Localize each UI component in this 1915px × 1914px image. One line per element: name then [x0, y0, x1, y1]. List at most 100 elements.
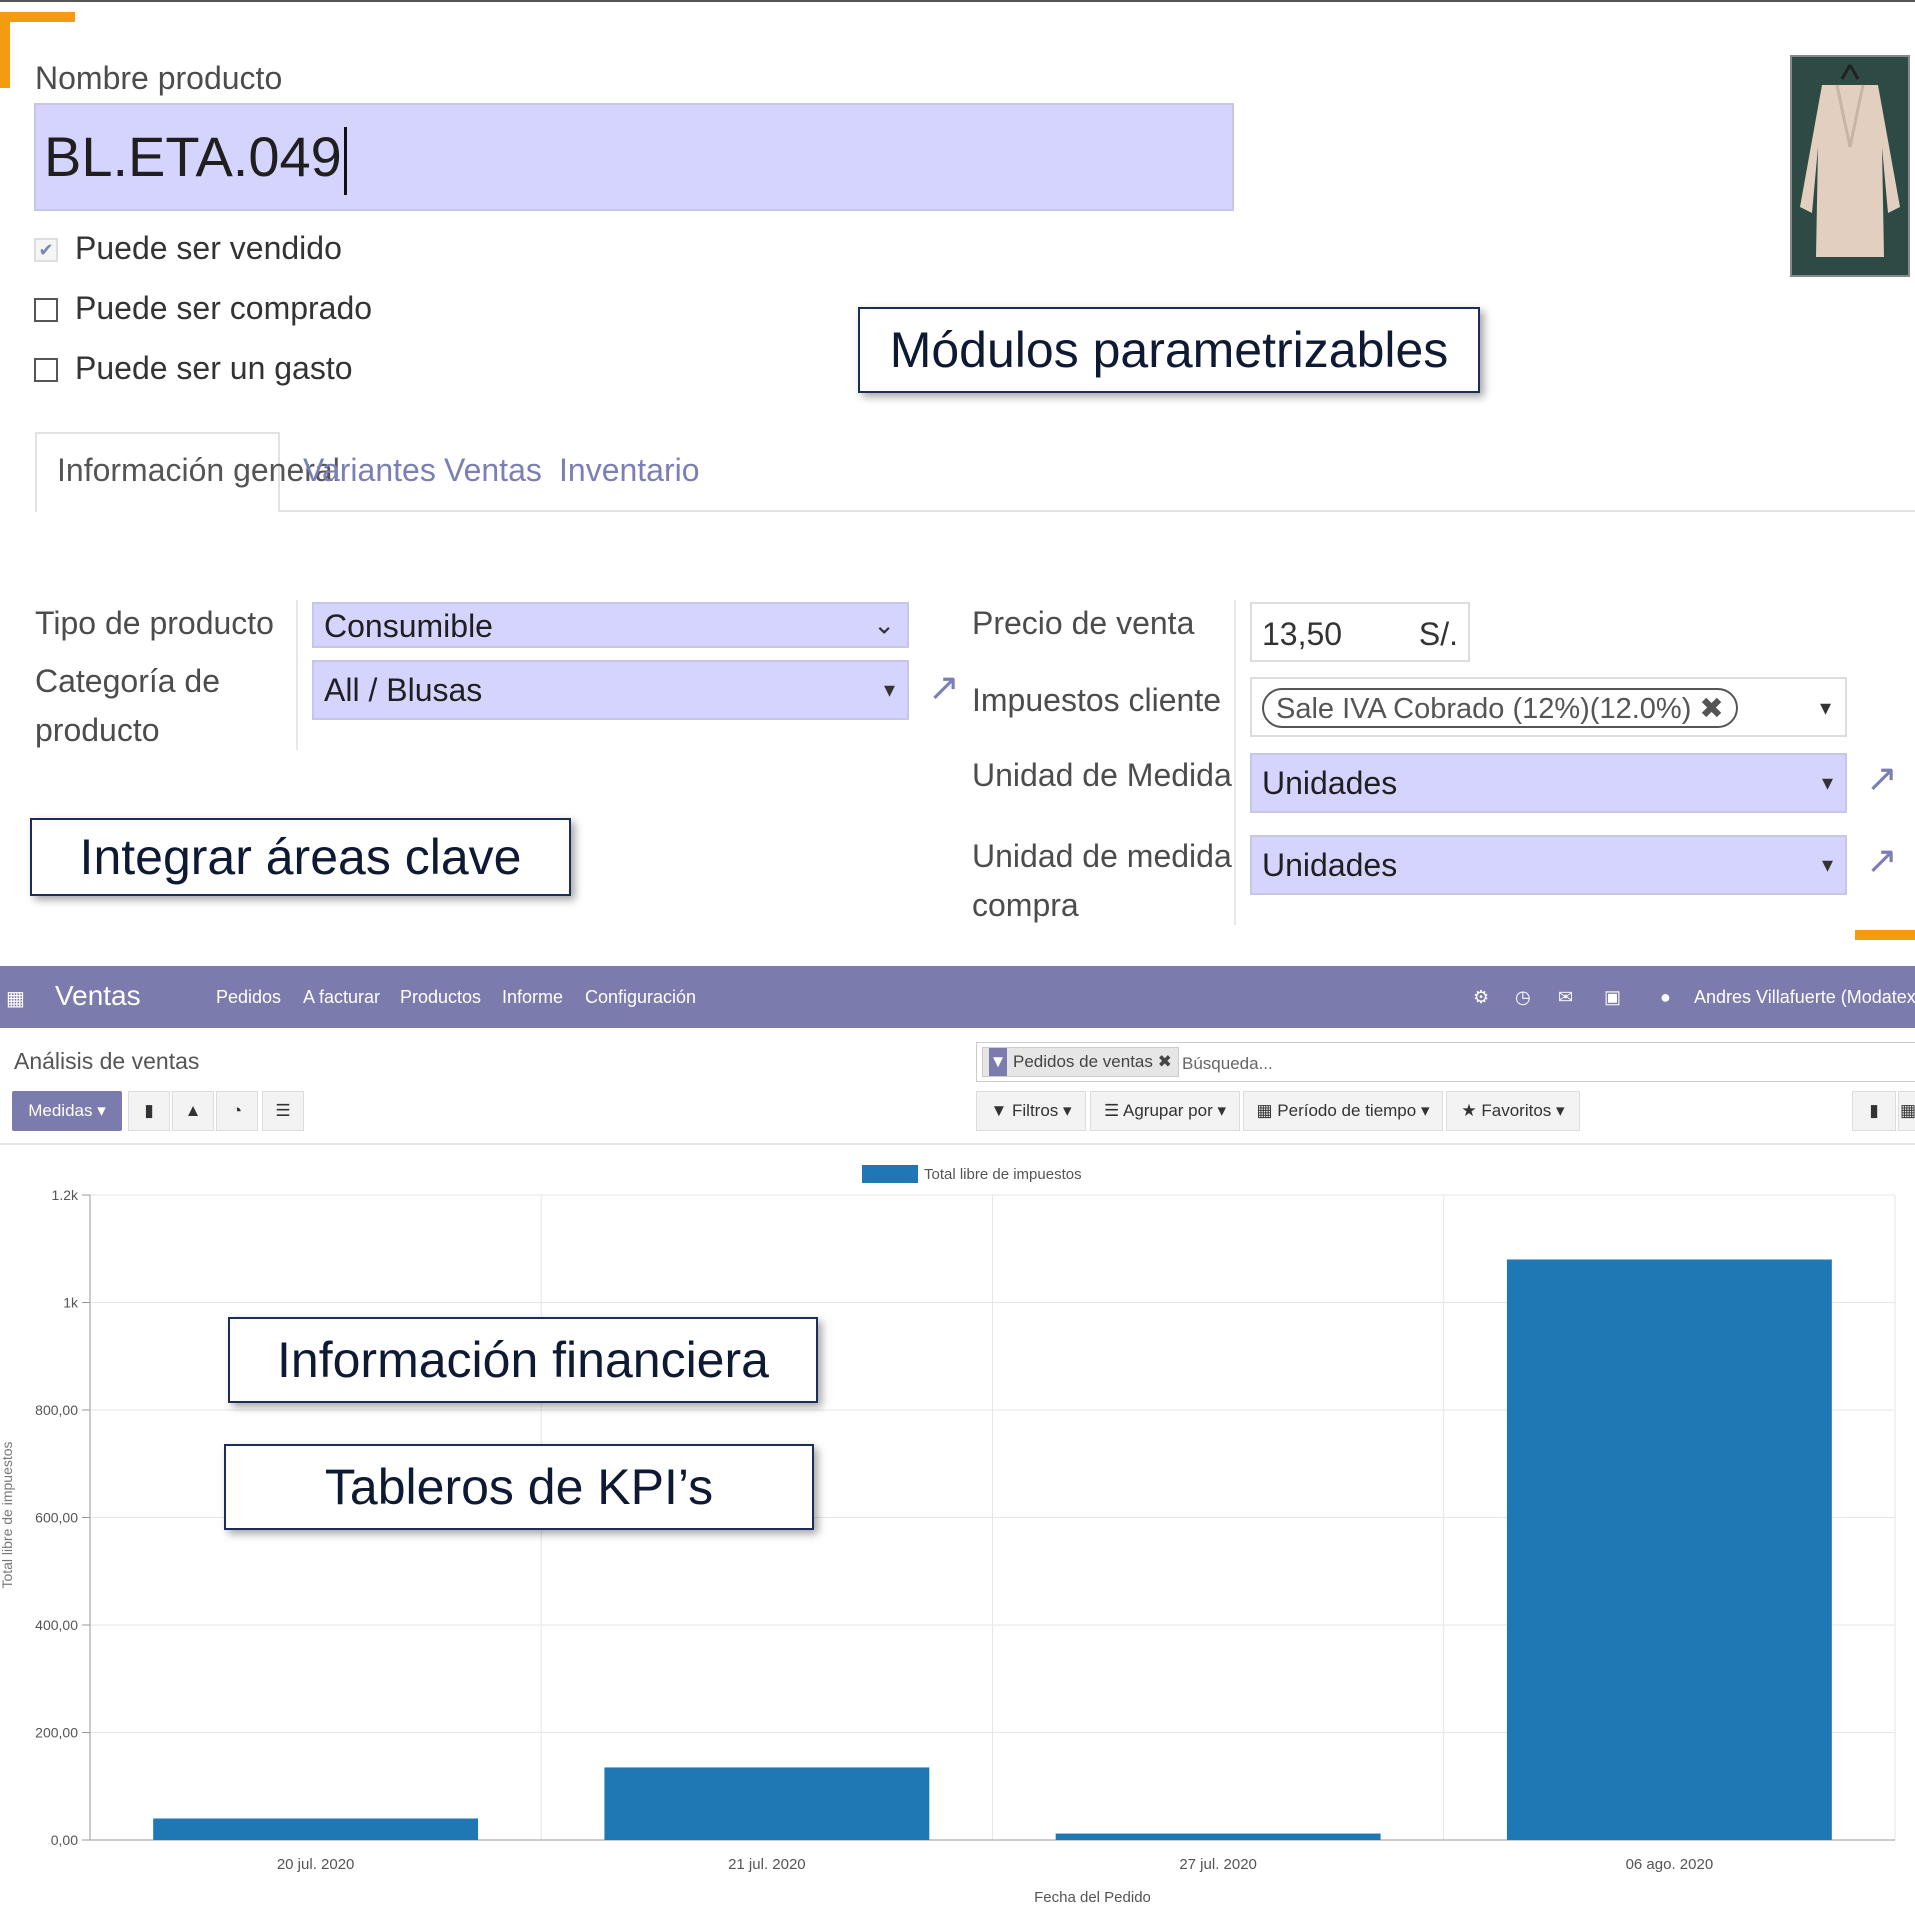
- bar-chart-icon[interactable]: ▮: [128, 1091, 170, 1131]
- x-axis-title: Fecha del Pedido: [1034, 1889, 1151, 1906]
- x-tick-label: 06 ago. 2020: [1626, 1856, 1714, 1873]
- category-label-line2: producto: [35, 712, 160, 748]
- legend-swatch: [862, 1165, 918, 1183]
- y-tick-label: 1k: [63, 1295, 79, 1311]
- external-link-icon[interactable]: ↗: [928, 665, 960, 710]
- product-name-input[interactable]: BL.ETA.049: [34, 103, 1234, 211]
- blouse-image-icon: [1792, 57, 1908, 275]
- uom-value: Unidades: [1262, 765, 1398, 801]
- sale-price-input[interactable]: 13,50 S/.: [1250, 602, 1470, 662]
- search-facet[interactable]: ▼ Pedidos de ventas ✖: [982, 1047, 1179, 1077]
- menu-pedidos[interactable]: Pedidos: [216, 987, 281, 1008]
- caret-down-icon: ▾: [1819, 695, 1831, 720]
- y-tick-label: 800,00: [35, 1402, 78, 1418]
- product-name-value: BL.ETA.049: [44, 125, 342, 188]
- group-by-label: Agrupar por: [1122, 1101, 1213, 1120]
- clock-icon[interactable]: ◷: [1515, 987, 1531, 1008]
- can-be-sold-checkbox[interactable]: ✔: [34, 238, 58, 262]
- uom-select[interactable]: Unidades ▾: [1250, 753, 1847, 813]
- external-link-icon[interactable]: ↗: [1866, 756, 1898, 801]
- time-period-label: Período de tiempo: [1277, 1101, 1417, 1120]
- caret-down-icon: ▾: [1821, 852, 1833, 877]
- callout-financiera: Información financiera: [228, 1317, 818, 1403]
- tax-tag-label: Sale IVA Cobrado (12%)(12.0%): [1276, 693, 1692, 725]
- tab-inventario[interactable]: Inventario: [559, 452, 700, 489]
- product-type-value: Consumible: [324, 608, 493, 644]
- pie-chart-icon[interactable]: ◔: [216, 1091, 258, 1131]
- uom-po-label-line1: Unidad de medida: [972, 838, 1232, 874]
- can-be-expensed-checkbox[interactable]: [34, 358, 58, 382]
- sales-bar-chart: 0,00 200,00 400,00 600,00 800,00 1k 1.2k 20 jul…: [0, 1165, 1896, 1906]
- menu-configuracion[interactable]: Configuración: [585, 987, 696, 1008]
- category-select[interactable]: All / Blusas ▾: [312, 660, 909, 720]
- bug-icon[interactable]: ⚙: [1473, 987, 1489, 1008]
- filters-button[interactable]: ▼ Filtros ▾: [976, 1091, 1086, 1131]
- menu-informe[interactable]: Informe: [502, 987, 563, 1008]
- breadcrumb: Análisis de ventas: [14, 1048, 200, 1074]
- orange-corner-mark: [1855, 930, 1915, 940]
- external-link-icon[interactable]: ↗: [1866, 838, 1898, 883]
- bar: [1055, 1833, 1381, 1840]
- customer-taxes-field[interactable]: Sale IVA Cobrado (12%)(12.0%) ✖ ▾: [1250, 677, 1847, 737]
- product-type-select[interactable]: Consumible ⌄: [312, 602, 909, 648]
- top-navbar: [0, 966, 1915, 1028]
- x-tick-label: 20 jul. 2020: [277, 1856, 355, 1873]
- can-be-expensed-label: Puede ser un gasto: [75, 350, 353, 386]
- chevron-down-icon: ⌄: [873, 609, 895, 640]
- uom-po-value: Unidades: [1262, 847, 1398, 883]
- chat-icon[interactable]: ✉: [1558, 987, 1573, 1008]
- y-axis-title: Total libre de impuestos: [0, 1441, 15, 1588]
- user-avatar-icon[interactable]: ●: [1660, 987, 1671, 1008]
- uom-po-select[interactable]: Unidades ▾: [1250, 835, 1847, 895]
- menu-a-facturar[interactable]: A facturar: [303, 987, 380, 1008]
- column-divider: [296, 600, 298, 750]
- y-tick-label: 400,00: [35, 1617, 78, 1633]
- measures-label: Medidas: [28, 1101, 93, 1120]
- favorites-button[interactable]: ★ Favoritos ▾: [1446, 1091, 1580, 1131]
- facet-label: Pedidos de ventas: [1013, 1052, 1153, 1071]
- remove-facet-icon[interactable]: ✖: [1158, 1052, 1172, 1071]
- app-brand[interactable]: Ventas: [55, 980, 141, 1012]
- sale-price-label: Precio de venta: [972, 605, 1195, 641]
- gift-icon[interactable]: ▣: [1604, 987, 1621, 1008]
- tabs-underline: [35, 510, 1915, 512]
- product-type-label: Tipo de producto: [35, 605, 274, 641]
- time-period-button[interactable]: ▦ Período de tiempo ▾: [1243, 1091, 1443, 1131]
- group-by-button[interactable]: ☰ Agrupar por ▾: [1090, 1091, 1240, 1131]
- measures-button[interactable]: Medidas ▾: [12, 1091, 122, 1131]
- tax-tag: Sale IVA Cobrado (12%)(12.0%) ✖: [1262, 688, 1738, 728]
- x-tick-label: 27 jul. 2020: [1179, 1856, 1257, 1873]
- tab-variantes[interactable]: Variantes: [303, 452, 436, 489]
- remove-tag-icon[interactable]: ✖: [1699, 693, 1723, 725]
- filters-label: Filtros: [1012, 1101, 1059, 1120]
- can-be-sold-label: Puede ser vendido: [75, 230, 342, 266]
- area-chart-icon[interactable]: ▲: [172, 1091, 214, 1131]
- y-tick-label: 200,00: [35, 1725, 78, 1741]
- database-icon[interactable]: ☰: [262, 1091, 304, 1131]
- filter-icon: ▼: [989, 1048, 1007, 1076]
- bar: [1506, 1259, 1832, 1840]
- currency-symbol: S/.: [1418, 616, 1458, 652]
- bar: [604, 1767, 930, 1840]
- tab-informacion-general[interactable]: Información general: [57, 452, 340, 489]
- top-border: [0, 0, 1915, 2]
- product-image[interactable]: [1790, 55, 1910, 277]
- category-label-line1: Categoría de: [35, 663, 221, 699]
- caret-down-icon: ▾: [883, 677, 895, 702]
- y-tick-label: 600,00: [35, 1510, 78, 1526]
- tab-ventas[interactable]: Ventas: [444, 452, 542, 489]
- pivot-view-icon[interactable]: ▦: [1898, 1091, 1915, 1131]
- can-be-purchased-checkbox[interactable]: [34, 298, 58, 322]
- toolbar-separator: [0, 1143, 1915, 1145]
- user-menu[interactable]: Andres Villafuerte (Modatextil: [1694, 987, 1915, 1008]
- can-be-purchased-label: Puede ser comprado: [75, 290, 373, 326]
- menu-productos[interactable]: Productos: [400, 987, 481, 1008]
- bar: [153, 1818, 479, 1840]
- apps-menu-icon[interactable]: ▦: [6, 986, 25, 1011]
- callout-kpi: Tableros de KPI’s: [224, 1444, 814, 1530]
- graph-view-icon[interactable]: ▮: [1852, 1091, 1896, 1131]
- x-tick-label: 21 jul. 2020: [728, 1856, 806, 1873]
- search-input[interactable]: Búsqueda...: [1182, 1054, 1273, 1074]
- product-name-label: Nombre producto: [35, 60, 283, 96]
- orange-corner-mark: [0, 12, 75, 22]
